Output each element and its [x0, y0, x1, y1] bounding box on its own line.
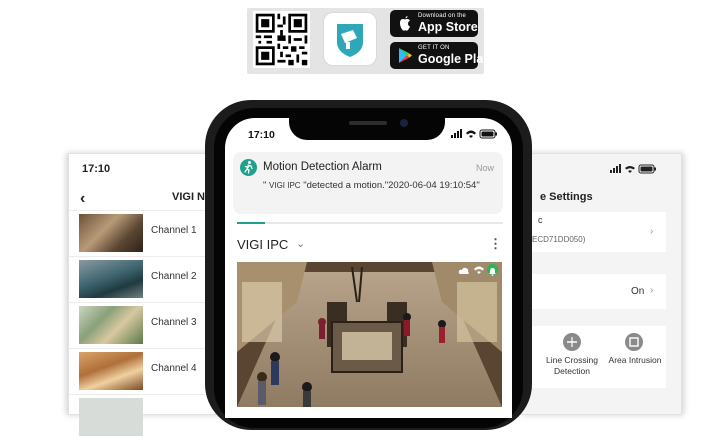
chevron-right-icon: › — [650, 285, 654, 296]
notification-body: " VIGI IPC "detected a motion."2020-06-0… — [263, 179, 483, 192]
alarm-bell-icon[interactable] — [487, 264, 498, 276]
channel-label: Channel 3 — [151, 317, 197, 328]
notification-body-text: "detected a motion."2020-06-04 19:10:54" — [300, 180, 480, 191]
more-options-icon[interactable]: ⋮ — [489, 236, 502, 252]
appstore-main-label: App Store — [418, 20, 478, 34]
notification-time: Now — [476, 163, 495, 173]
phone-notch — [289, 110, 445, 140]
active-tab-indicator — [237, 222, 265, 224]
wifi-icon — [474, 266, 484, 274]
area-intrusion-icon[interactable] — [625, 333, 643, 351]
appstore-sub-label: Download on the — [418, 13, 467, 19]
chevron-down-icon[interactable]: ⌄ — [296, 237, 305, 250]
qr-code — [253, 11, 310, 68]
right-page-title: e Settings — [540, 191, 593, 203]
channel-list-item[interactable]: Channel 3 — [69, 302, 209, 349]
channel-list-item[interactable]: Channel 4 — [69, 348, 209, 395]
front-camera — [400, 119, 408, 127]
channel-list-item[interactable]: Channel 1 — [69, 210, 209, 257]
channel-label: Channel 1 — [151, 225, 197, 236]
channel-thumbnail — [79, 260, 143, 298]
googleplay-main-label: Google Play — [418, 52, 491, 66]
channel-label: Channel 4 — [151, 363, 197, 374]
motion-detection-icon — [240, 159, 257, 176]
channel-list-item[interactable]: Channel 2 — [69, 256, 209, 303]
status-icons — [610, 164, 656, 174]
google-play-badge[interactable]: GET IT ON Google Play — [390, 42, 490, 69]
tab-divider — [237, 222, 503, 224]
googleplay-sub-label: GET IT ON — [418, 45, 450, 51]
channel-thumbnail — [79, 306, 143, 344]
area-intrusion-label: Area Intrusion — [608, 355, 662, 365]
status-time: 17:10 — [248, 129, 275, 141]
status-icons — [451, 129, 497, 139]
speaker-grille — [349, 121, 387, 125]
channel-label: Channel 2 — [151, 271, 197, 282]
left-status-time: 17:10 — [82, 163, 111, 175]
channel-thumbnail — [79, 352, 143, 390]
left-page-title: VIGI N — [172, 191, 206, 203]
notification-title: Motion Detection Alarm — [263, 161, 382, 173]
device-name-fragment: c — [538, 215, 543, 225]
line-crossing-label: Line Crossing Detection — [546, 355, 598, 376]
back-chevron-icon[interactable]: ‹ — [80, 190, 85, 208]
apple-icon — [400, 16, 410, 31]
line-crossing-icon[interactable] — [563, 333, 581, 351]
cloud-icon — [458, 267, 469, 274]
chevron-right-icon: › — [650, 226, 654, 237]
app-store-badge[interactable]: Download on the App Store — [390, 10, 478, 37]
setting-value: On — [631, 286, 645, 297]
live-camera-view[interactable] — [237, 262, 502, 407]
google-play-icon — [399, 48, 412, 63]
notification-body-device: VIGI IPC — [269, 181, 301, 190]
device-id-fragment: ECD71DD050) — [532, 235, 586, 244]
vigi-app-icon[interactable] — [323, 12, 377, 66]
channel-thumbnail — [79, 214, 143, 252]
channel-list-item[interactable] — [69, 394, 209, 441]
device-selector-label[interactable]: VIGI IPC — [237, 237, 288, 252]
